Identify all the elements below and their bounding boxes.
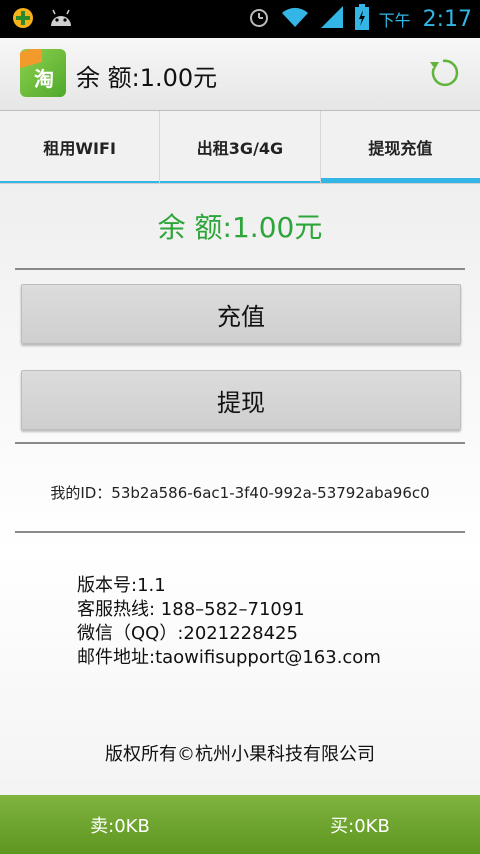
my-id-text: 我的ID：53b2a586-6ac1-3f40-992a-53792aba96c… [50,484,430,502]
tab-label: 提现充值 [368,139,433,158]
divider [15,442,465,444]
sell-traffic: 卖:0KB [90,815,150,837]
wifi-icon [281,6,309,32]
tab-underline [0,181,160,183]
alarm-icon [247,5,271,33]
app-info: 版本号:1.1 客服热线: 188–582–71091 微信（QQ）:20212… [77,574,381,670]
status-ampm: 下午 [378,11,411,30]
notification-plus-icon [12,7,34,33]
android-icon [48,8,74,32]
hotline-text: 客服热线: 188–582–71091 [77,599,305,620]
recharge-button[interactable]: 充值 [21,284,461,344]
status-time: 2:17 [422,6,472,32]
divider [15,531,465,533]
tab-label: 出租3G/4G [196,139,284,158]
tab-lease-3g4g[interactable]: 出租3G/4G [160,111,321,183]
app-logo[interactable]: 淘 [20,49,66,97]
app-logo-text: 淘 [34,67,54,91]
version-text: 版本号:1.1 [77,575,166,596]
status-bar: 下午 2:17 [0,0,480,38]
email-text: 邮件地址:taowifisupport@163.com [77,647,381,668]
battery-icon [354,4,369,34]
tab-rent-wifi[interactable]: 租用WIFI [0,111,161,183]
balance-label: 余 额:1.00元 [157,211,323,244]
signal-3g-icon [319,4,345,34]
buy-traffic: 买:0KB [330,815,390,837]
tab-bar: 租用WIFI 出租3G/4G 提现充值 [0,111,480,184]
wechat-qq-text: 微信（QQ）:2021228425 [77,623,298,644]
action-bar-title: 余 额:1.00元 [76,64,218,92]
tab-withdraw-recharge[interactable]: 提现充值 [320,111,480,183]
withdraw-button[interactable]: 提现 [21,370,461,430]
action-bar: 淘 余 额:1.00元 [0,38,480,111]
refresh-icon[interactable] [426,56,460,94]
traffic-bar: 卖:0KB 买:0KB [0,795,480,854]
tab-label: 租用WIFI [43,139,116,158]
tab-underline-active [320,178,480,183]
main-content: 余 额:1.00元 充值 提现 我的ID：53b2a586-6ac1-3f40-… [0,184,480,794]
divider [15,268,465,270]
copyright-text: 版权所有©杭州小果科技有限公司 [105,744,375,765]
tab-underline [160,181,320,183]
